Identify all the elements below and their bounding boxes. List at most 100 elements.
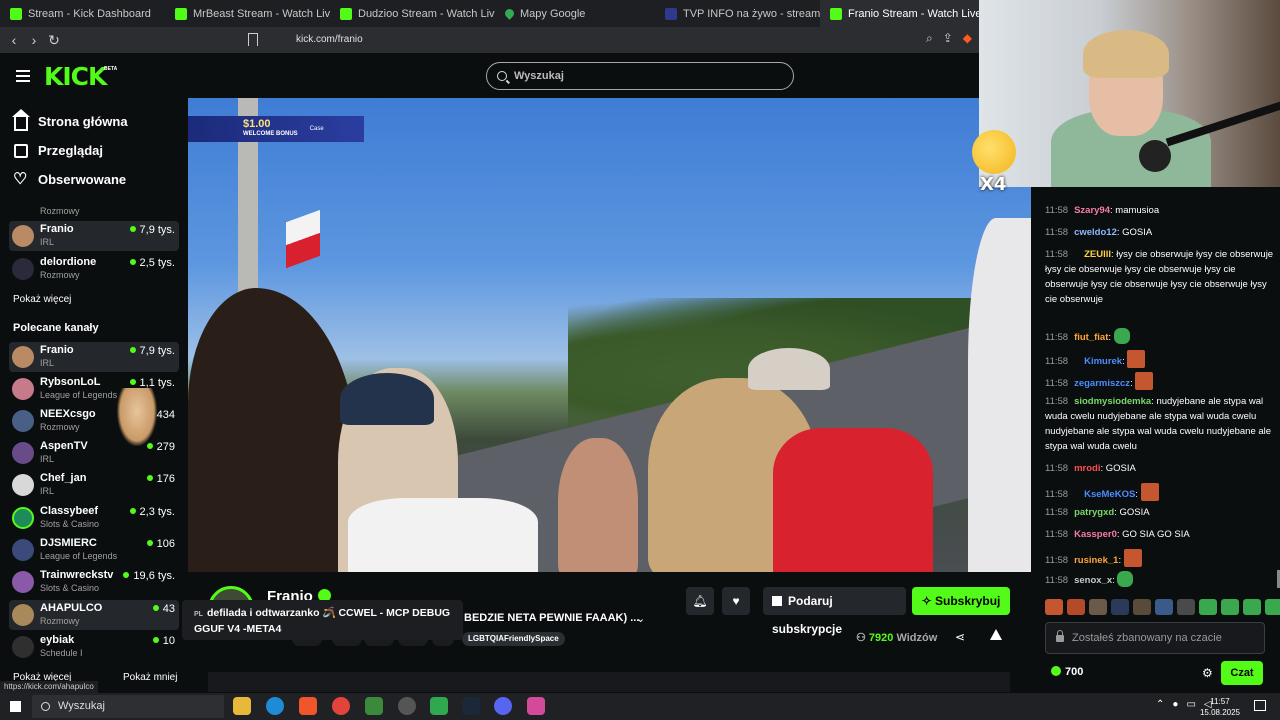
brave-icon[interactable] — [299, 697, 317, 715]
windows-taskbar: Wyszukaj ⌃ ● ▭ ◁ 11:57 15.08.2025 — [0, 693, 1280, 720]
recommended-channel-ahapulco[interactable]: AHAPULCO Rozmowy 43 — [9, 600, 179, 630]
video-hat — [748, 348, 830, 390]
recommended-channel-chef-jan[interactable]: Chef_jan IRL 176 — [9, 470, 179, 500]
video-person — [558, 438, 638, 572]
emote-icon[interactable] — [1265, 599, 1280, 615]
chrome-icon[interactable] — [332, 697, 350, 715]
emote-icon[interactable] — [1155, 599, 1173, 615]
emote-icon[interactable] — [1221, 599, 1239, 615]
following-partial-item[interactable]: Rozmowy — [9, 198, 179, 216]
back-icon[interactable]: ‹ — [4, 32, 24, 48]
recommended-channel-eybiak[interactable]: eybiak Schedule I 10 — [9, 632, 179, 662]
emote-icon[interactable] — [1177, 599, 1195, 615]
network-icon[interactable]: ▭ — [1186, 699, 1195, 710]
channel-points[interactable]: 700 — [1051, 666, 1083, 678]
subscribe-button[interactable]: ✧ Subskrybuj — [912, 587, 1010, 615]
chevron-up-icon[interactable]: ⌃ — [1156, 699, 1164, 710]
windows-start-icon[interactable] — [10, 701, 21, 712]
face-emote-icon — [1135, 372, 1154, 390]
nav-home[interactable]: Strona główna — [12, 108, 128, 131]
recommended-channel-trainwreckstv[interactable]: Trainwreckstv Slots & Casino 19,6 tys. — [9, 567, 179, 597]
tab-label: TVP INFO na żywo - stream, live, — [683, 7, 820, 20]
report-icon[interactable] — [990, 629, 1002, 640]
app-icon[interactable] — [398, 697, 416, 715]
search-icon — [497, 71, 507, 81]
gear-icon[interactable]: ⚙ — [1202, 666, 1213, 680]
reload-icon[interactable]: ↻ — [44, 32, 64, 49]
bell-icon[interactable]: 🔔︎ — [686, 587, 714, 615]
share-page-icon[interactable]: ⇪ — [943, 31, 953, 46]
tab-tvp-info[interactable]: TVP INFO na żywo - stream, live, — [655, 0, 820, 27]
video-person — [188, 288, 358, 572]
channel-category: League of Legends — [40, 551, 118, 561]
recommended-channel-classybeef[interactable]: Classybeef Slots & Casino 2,3 tys. — [9, 503, 179, 533]
following-channel-franio[interactable]: Franio IRL 7,9 tys. — [9, 221, 179, 251]
tab-mrbeast[interactable]: MrBeast Stream - Watch Live on K — [165, 0, 330, 27]
recommended-channel-djsmierc[interactable]: DJSMIERC League of Legends 106 — [9, 535, 179, 565]
following-channel-delordione[interactable]: delordione Rozmowy 2,5 tys. — [9, 254, 179, 284]
live-dot-icon — [129, 508, 136, 514]
emote-icon[interactable] — [1199, 599, 1217, 615]
tab-label: Mapy Google — [520, 7, 586, 20]
chat-send-button[interactable]: Czat — [1221, 661, 1263, 685]
clock[interactable]: 11:57 15.08.2025 — [1200, 696, 1240, 718]
microphone-icon[interactable]: ● — [1172, 699, 1178, 710]
tab-franio[interactable]: Franio Stream - Watch Live o✕ — [820, 0, 980, 27]
live-dot-icon — [129, 379, 136, 385]
gift-subscription-button[interactable]: Podaruj subskrypcje — [763, 587, 906, 636]
tag-lgbtqia[interactable]: LGBTQIAFriendlySpace — [462, 632, 565, 646]
taskbar-search[interactable]: Wyszukaj — [32, 695, 224, 718]
brave-shield-icon[interactable]: ◆ — [963, 31, 972, 46]
chat-message: 11:58 KseMeKOS: — [1045, 483, 1275, 502]
channel-name: eybiak — [40, 634, 75, 646]
kick-logo[interactable]: KICK — [44, 62, 107, 91]
live-dot-icon — [146, 540, 153, 546]
channel-name: Classybeef — [40, 505, 99, 517]
emote-icon[interactable] — [1067, 599, 1085, 615]
viewer-count: 176 — [146, 473, 175, 485]
app-icon[interactable] — [430, 697, 448, 715]
app-icon[interactable] — [365, 697, 383, 715]
search-input[interactable]: Wyszukaj — [486, 62, 794, 90]
emote-icon[interactable] — [1089, 599, 1107, 615]
emote-icon[interactable] — [1045, 599, 1063, 615]
video-person — [968, 218, 1031, 572]
emote-icon[interactable] — [1243, 599, 1261, 615]
bookmark-icon[interactable] — [248, 33, 258, 46]
recommended-channel-franio[interactable]: Franio IRL 7,9 tys. — [9, 342, 179, 372]
discord-icon[interactable] — [494, 697, 512, 715]
tab-google-maps[interactable]: Mapy Google — [495, 0, 655, 27]
notification-icon[interactable] — [1254, 700, 1266, 711]
recommended-show-less[interactable]: Pokaż mniej — [123, 672, 177, 683]
chat-input[interactable]: Zostałeś zbanowany na czacie — [1045, 622, 1265, 654]
heart-icon[interactable]: ♥ — [722, 587, 750, 615]
steam-icon[interactable] — [462, 697, 480, 715]
address-bar: ‹ › ↻ kick.com/franio ⌕ ⇪ ◆ — [0, 27, 980, 53]
viewer-count: 19,6 tys. — [123, 570, 175, 582]
share-icon[interactable]: ⋖ — [955, 630, 965, 644]
url-field[interactable]: kick.com/franio — [296, 31, 363, 49]
emote-icon[interactable] — [1111, 599, 1129, 615]
nav-following[interactable]: Obserwowane — [13, 169, 126, 189]
menu-icon[interactable] — [16, 70, 30, 82]
zoom-icon[interactable]: ⌕ — [926, 31, 933, 46]
chevron-down-icon[interactable]: ⌄ — [636, 612, 645, 625]
kick-icon — [830, 7, 842, 20]
channel-tooltip: PL defilada i odtwarzanko 🪃 CCWEL - MCP D… — [182, 600, 463, 640]
live-dot-icon — [152, 637, 159, 643]
file-explorer-icon[interactable] — [233, 697, 251, 715]
tab-dudzioo[interactable]: Dudzioo Stream - Watch Live on Kick — [330, 0, 495, 27]
following-show-more[interactable]: Pokaż więcej — [13, 294, 71, 305]
chat-message: 11:58 zegarmiszcz: — [1045, 372, 1275, 391]
video-player[interactable]: $1.00 WELCOME BONUS Case — [188, 98, 1031, 572]
emote-icon[interactable] — [1133, 599, 1151, 615]
viewer-count: 106 — [146, 538, 175, 550]
forward-icon[interactable]: › — [24, 32, 44, 48]
app-icon[interactable] — [527, 697, 545, 715]
tab-kick-dashboard[interactable]: Stream - Kick Dashboard — [0, 0, 165, 27]
nav-browse[interactable]: Przeglądaj — [14, 143, 103, 158]
recommended-heading: Polecane kanały — [13, 322, 99, 334]
webcam-overlay — [979, 0, 1280, 187]
avatar — [12, 410, 34, 432]
edge-icon[interactable] — [266, 697, 284, 715]
